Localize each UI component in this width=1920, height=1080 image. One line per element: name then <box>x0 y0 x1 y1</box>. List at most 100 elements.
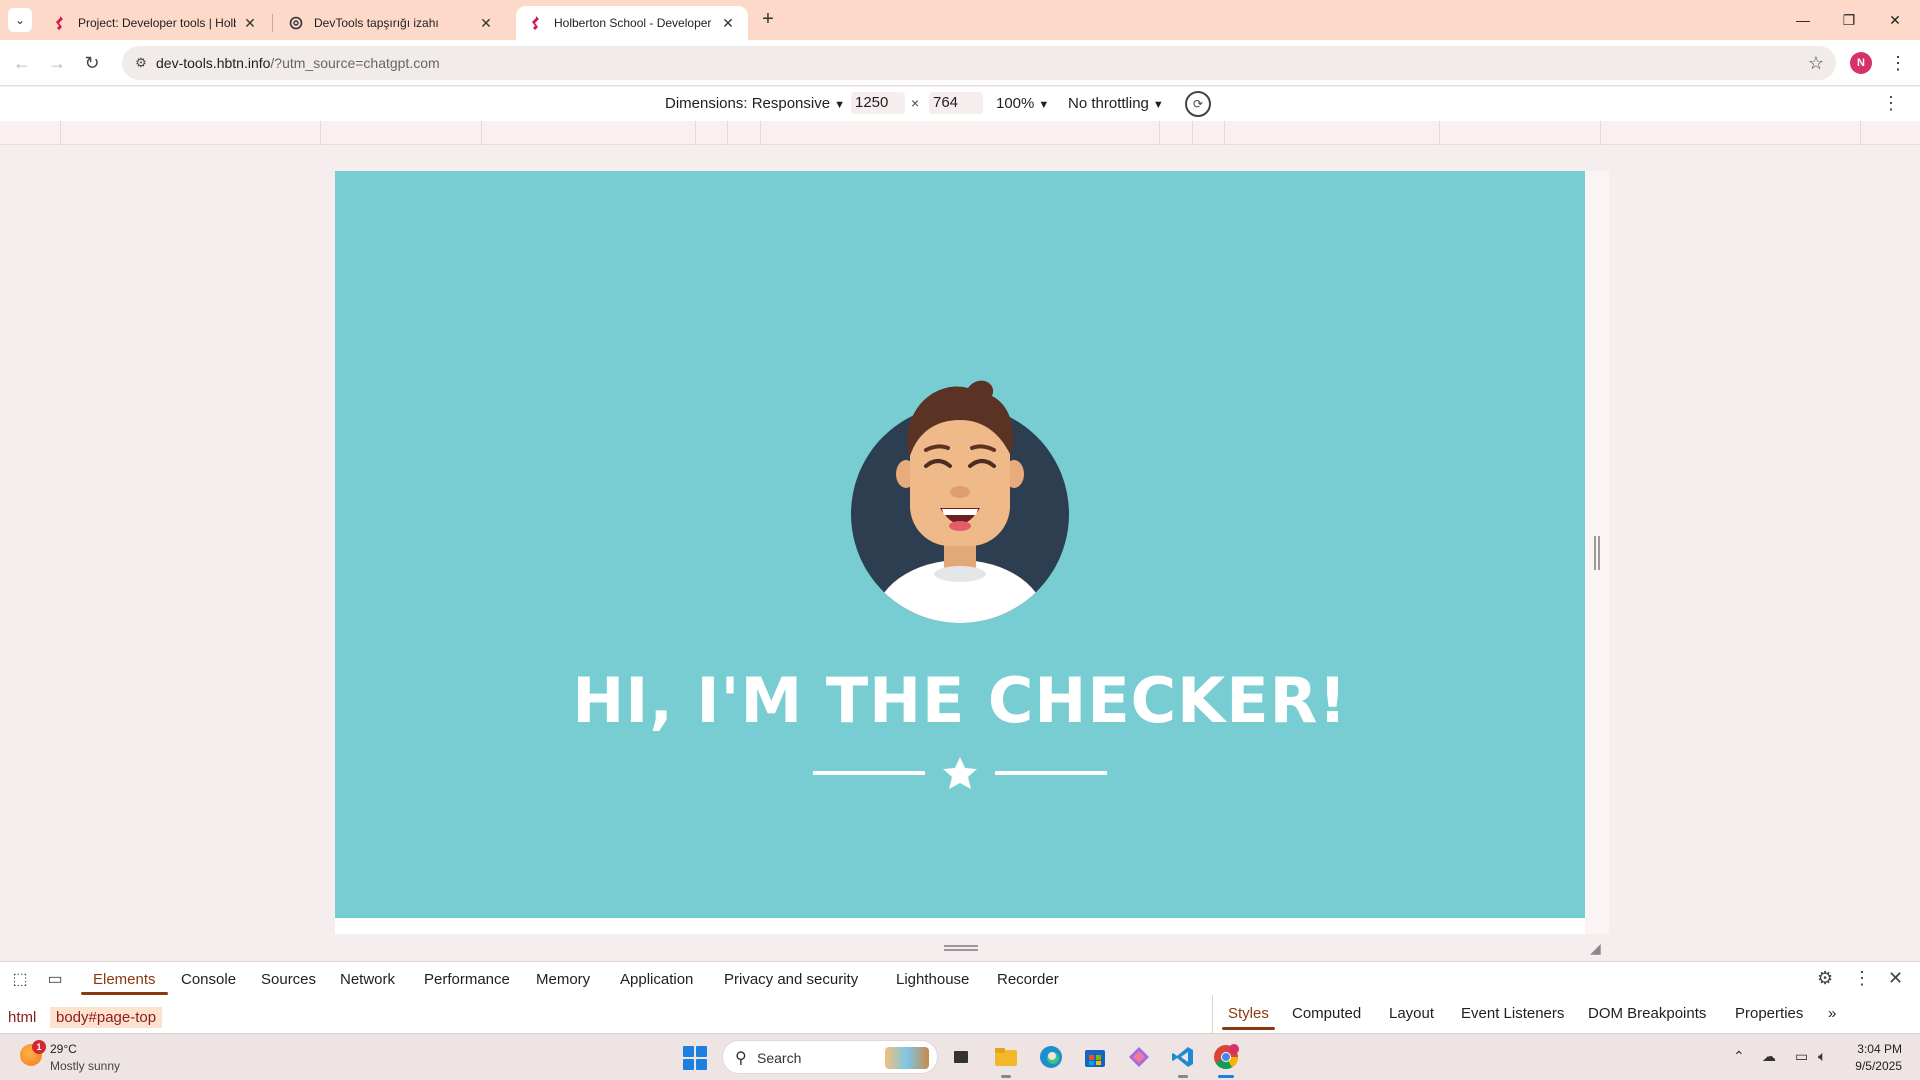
clock-time[interactable]: 3:04 PM <box>1857 1042 1902 1056</box>
mq-tick <box>1600 121 1601 145</box>
caret-down-icon: ▼ <box>1152 99 1164 111</box>
devtools-close-icon[interactable]: ✕ <box>1888 968 1903 989</box>
tab-search-button[interactable]: ⌄ <box>8 8 32 32</box>
height-input[interactable]: 764 <box>929 92 983 114</box>
search-highlight-image <box>885 1047 929 1069</box>
devtools-menu-icon[interactable]: ⋮ <box>1853 968 1871 989</box>
throttling-label: No throttling <box>1068 95 1149 112</box>
devtools-tab-privacy[interactable]: Privacy and security <box>724 971 858 988</box>
network-icon[interactable]: ▭ <box>1795 1048 1808 1065</box>
mq-tick <box>1439 121 1440 145</box>
height-resize-handle[interactable] <box>944 945 978 951</box>
breadcrumb-body[interactable]: body#page-top <box>50 1007 163 1028</box>
reload-icon[interactable]: ↻ <box>78 49 106 77</box>
onedrive-icon[interactable]: ☁ <box>1762 1048 1776 1065</box>
width-input[interactable]: 1250 <box>851 92 905 114</box>
windows-start-icon[interactable] <box>683 1046 707 1070</box>
show-hidden-icons-chevron-icon[interactable]: ⌃ <box>1733 1048 1745 1065</box>
site-info-icon[interactable]: ⚙ <box>132 54 150 72</box>
weather-description[interactable]: Mostly sunny <box>50 1059 120 1073</box>
devtools-tab-network[interactable]: Network <box>340 971 395 988</box>
breadcrumb-html[interactable]: html <box>2 1007 42 1028</box>
minimize-icon[interactable]: — <box>1780 0 1826 40</box>
window-close-icon[interactable]: ✕ <box>1872 0 1918 40</box>
side-tab-dom-breakpoints[interactable]: DOM Breakpoints <box>1588 1005 1706 1022</box>
corner-resize-handle[interactable]: ◢ <box>1590 940 1606 956</box>
devtools-tab-application[interactable]: Application <box>620 971 693 988</box>
side-tab-computed[interactable]: Computed <box>1292 1005 1361 1022</box>
mq-tick <box>320 121 321 145</box>
side-tab-event-listeners[interactable]: Event Listeners <box>1461 1005 1564 1022</box>
chatgpt-favicon-icon <box>288 15 304 31</box>
tab-title: DevTools tapşırığı izahı <box>314 16 439 30</box>
mq-tick <box>695 121 696 145</box>
back-arrow-icon[interactable]: ← <box>8 49 36 77</box>
copilot-icon[interactable] <box>1124 1042 1154 1072</box>
media-query-bar[interactable] <box>0 121 1920 145</box>
tab-title: Project: Developer tools | Holbe <box>78 16 236 30</box>
more-tabs-chevron-icon[interactable]: » <box>1828 1005 1836 1022</box>
mq-tick <box>481 121 482 145</box>
address-bar[interactable]: ⚙ dev-tools.hbtn.info/?utm_source=chatgp… <box>122 46 1836 80</box>
devtools-tab-lighthouse[interactable]: Lighthouse <box>896 971 969 988</box>
rotate-icon[interactable]: ⟳ <box>1185 91 1211 117</box>
task-view-icon[interactable] <box>946 1042 976 1072</box>
width-resize-handle[interactable] <box>1594 536 1600 570</box>
close-tab-icon[interactable]: ✕ <box>720 15 736 31</box>
device-toolbar: Dimensions: Responsive ▼ 1250 × 764 100% ▼… <box>0 87 1920 121</box>
browser-tab-chatgpt[interactable]: DevTools tapşırığı izahı ✕ <box>276 6 506 40</box>
forward-arrow-icon[interactable]: → <box>43 49 71 77</box>
tab-strip: ⌄ Project: Developer tools | Holbe ✕ Dev… <box>0 0 1920 40</box>
devtools-tab-elements[interactable]: Elements <box>81 971 167 995</box>
browser-tab-holberton-active[interactable]: Holberton School - Developer t ✕ <box>516 6 748 40</box>
side-tab-layout[interactable]: Layout <box>1389 1005 1434 1022</box>
device-toolbar-menu-icon[interactable]: ⋮ <box>1882 93 1900 114</box>
chevron-down-icon: ⌄ <box>14 13 26 27</box>
volume-icon[interactable]: 🔈︎ <box>1818 1048 1826 1065</box>
zoom-dropdown[interactable]: 100% ▼ <box>996 95 1049 112</box>
file-explorer-icon[interactable] <box>991 1042 1021 1078</box>
profile-avatar[interactable]: N <box>1850 52 1872 74</box>
clock-date[interactable]: 9/5/2025 <box>1855 1059 1902 1073</box>
mq-tick <box>1159 121 1160 145</box>
page-below-fold <box>335 918 1585 934</box>
side-tab-styles[interactable]: Styles <box>1222 1005 1275 1030</box>
throttling-dropdown[interactable]: No throttling ▼ <box>1068 95 1164 112</box>
restore-icon[interactable]: ❐ <box>1826 0 1872 40</box>
inspect-element-icon[interactable]: ⬚ <box>9 969 31 989</box>
bookmark-star-icon[interactable]: ☆ <box>1808 53 1824 74</box>
mq-tick <box>1860 121 1861 145</box>
edge-browser-icon[interactable] <box>1036 1042 1066 1072</box>
star-divider <box>813 756 1107 790</box>
tab-separator <box>272 14 273 32</box>
star-icon <box>941 756 979 790</box>
browser-menu-icon[interactable]: ⋮ <box>1888 50 1908 76</box>
mq-tick <box>760 121 761 145</box>
dimensions-dropdown[interactable]: Dimensions: Responsive ▼ <box>665 95 845 112</box>
weather-temperature[interactable]: 29°C <box>50 1042 77 1056</box>
side-tab-properties[interactable]: Properties <box>1735 1005 1803 1022</box>
devtools-tab-sources[interactable]: Sources <box>261 971 316 988</box>
close-tab-icon[interactable]: ✕ <box>242 15 258 31</box>
elements-breadcrumb: html body#page-top <box>0 995 1212 1033</box>
dimensions-label: Dimensions: Responsive <box>665 95 831 112</box>
chrome-icon[interactable] <box>1211 1042 1241 1078</box>
devtools-settings-gear-icon[interactable]: ⚙ <box>1817 968 1833 989</box>
devtools-tab-memory[interactable]: Memory <box>536 971 590 988</box>
close-tab-icon[interactable]: ✕ <box>478 15 494 31</box>
device-toggle-icon[interactable]: ▭ <box>44 969 66 989</box>
url-text: dev-tools.hbtn.info/?utm_source=chatgpt.… <box>156 55 440 71</box>
devtools-tab-performance[interactable]: Performance <box>424 971 510 988</box>
url-path: /?utm_source=chatgpt.com <box>270 55 440 71</box>
browser-tab-project[interactable]: Project: Developer tools | Holbe ✕ <box>40 6 270 40</box>
mq-tick <box>1192 121 1193 145</box>
search-icon: ⚲ <box>735 1050 747 1067</box>
microsoft-store-icon[interactable] <box>1080 1042 1110 1072</box>
taskbar-search-box[interactable]: ⚲ Search <box>722 1040 938 1074</box>
new-tab-button[interactable]: + <box>756 8 780 32</box>
holberton-favicon-icon <box>528 15 544 31</box>
devtools-tab-recorder[interactable]: Recorder <box>997 971 1059 988</box>
vscode-icon[interactable] <box>1168 1042 1198 1078</box>
devtools-tab-console[interactable]: Console <box>181 971 236 988</box>
tab-title: Holberton School - Developer t <box>554 16 714 30</box>
